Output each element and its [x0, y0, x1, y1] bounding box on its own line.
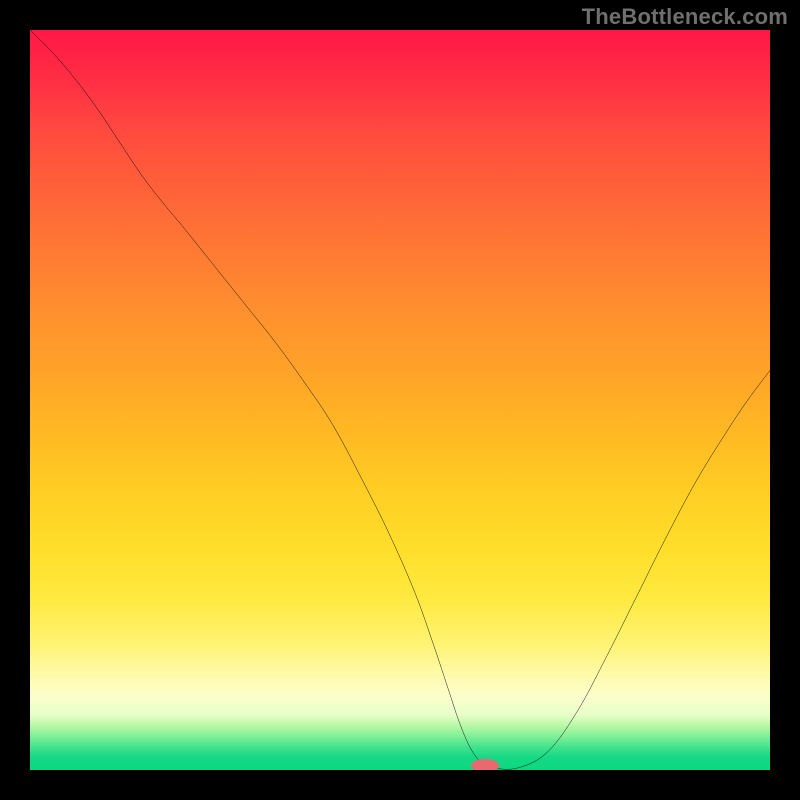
chart-frame: TheBottleneck.com [0, 0, 800, 800]
watermark-text: TheBottleneck.com [582, 4, 788, 30]
plot-svg [30, 30, 770, 770]
min-marker [471, 759, 499, 770]
bottleneck-curve [30, 30, 770, 769]
